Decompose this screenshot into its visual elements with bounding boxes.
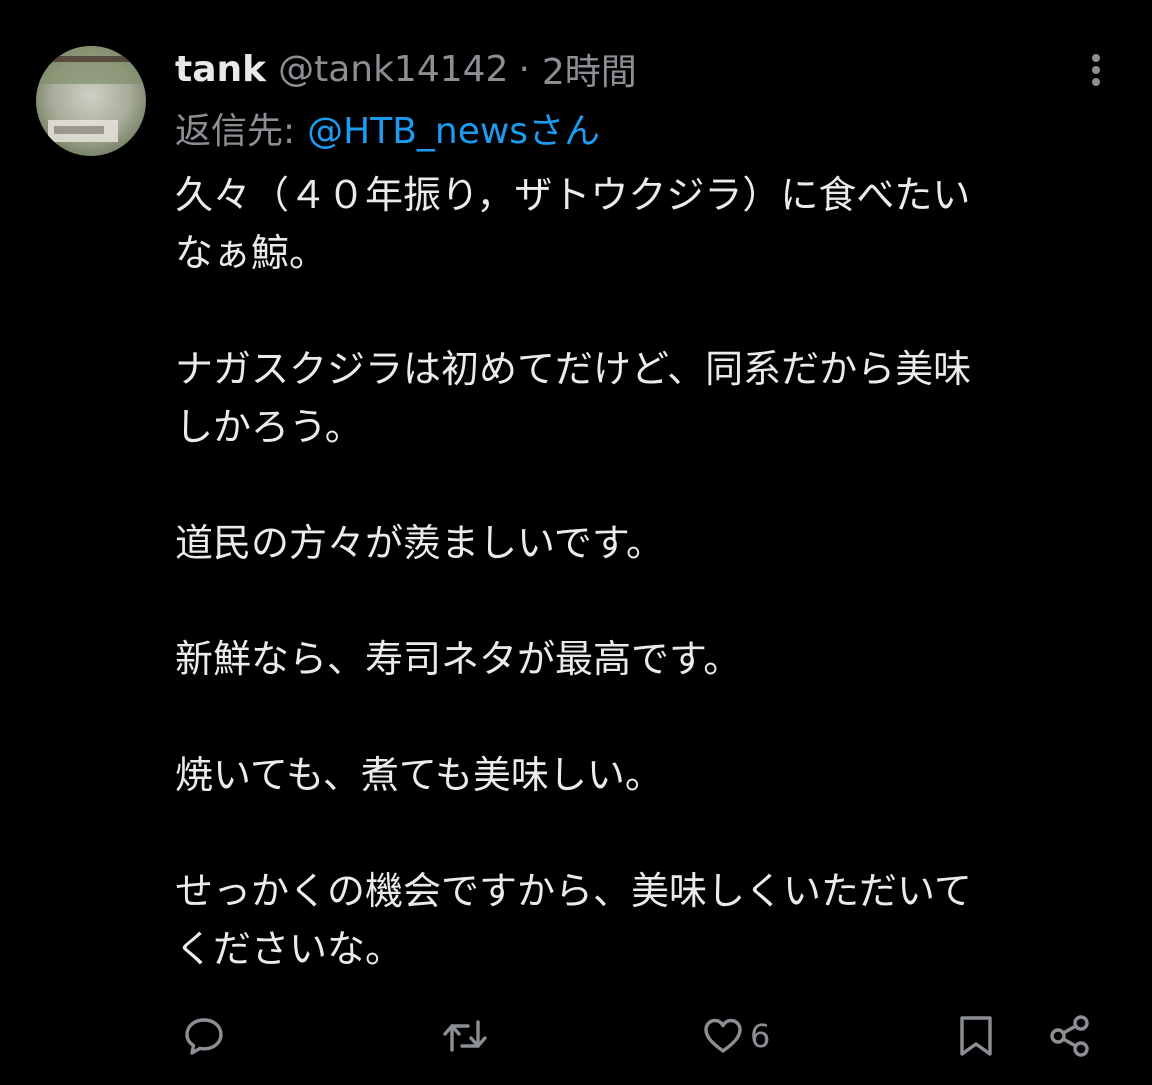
tweet-paragraph: せっかくの機会ですから、美味しくいただいて くださいな。 xyxy=(175,869,972,971)
bookmark-icon xyxy=(960,1016,992,1056)
more-vertical-icon xyxy=(1092,54,1100,86)
share-button[interactable] xyxy=(1046,1008,1094,1064)
comment-icon xyxy=(185,1018,223,1055)
timestamp[interactable]: 2時間 xyxy=(542,43,637,95)
reply-prefix: 返信先: xyxy=(175,111,296,152)
author-handle[interactable]: @tank14142 xyxy=(278,49,508,90)
retweet-icon xyxy=(443,1020,487,1052)
more-options-button[interactable] xyxy=(1078,48,1114,92)
tweet-paragraph: ナガスクジラは初めてだけど、同系だから美味 しかろう。 xyxy=(175,347,972,449)
tweet-paragraph: 新鮮なら、寿司ネタが最高です。 xyxy=(175,637,742,681)
action-bar: 6 xyxy=(0,1000,1152,1070)
tweet-paragraph: 久々（４０年振り，ザトウクジラ）に食べたい なぁ鯨。 xyxy=(175,173,971,275)
reply-context: 返信先: @HTB_newsさん xyxy=(175,100,600,156)
like-count: 6 xyxy=(750,1017,771,1055)
heart-icon xyxy=(704,1018,742,1053)
avatar[interactable] xyxy=(36,46,146,156)
like-button[interactable]: 6 xyxy=(700,1008,770,1064)
tweet-paragraph: 道民の方々が羨ましいです。 xyxy=(175,521,665,565)
share-icon xyxy=(1050,1015,1089,1057)
retweet-button[interactable] xyxy=(440,1008,490,1064)
author-name[interactable]: tank xyxy=(175,49,266,90)
tweet-header: tank @tank14142 · 2時間 xyxy=(175,40,637,98)
reply-target-link[interactable]: @HTB_newsさん xyxy=(307,102,600,154)
tweet-paragraph: 焼いても、煮ても美味しい。 xyxy=(175,753,663,797)
reply-button[interactable] xyxy=(180,1008,228,1064)
tweet: tank @tank14142 · 2時間 返信先: @HTB_newsさん 久… xyxy=(0,0,1152,1085)
bookmark-button[interactable] xyxy=(954,1008,998,1064)
separator-dot: · xyxy=(518,48,530,90)
tweet-body: 久々（４０年振り，ザトウクジラ）に食べたい なぁ鯨。 ナガスクジラは初めてだけど… xyxy=(175,166,1125,978)
